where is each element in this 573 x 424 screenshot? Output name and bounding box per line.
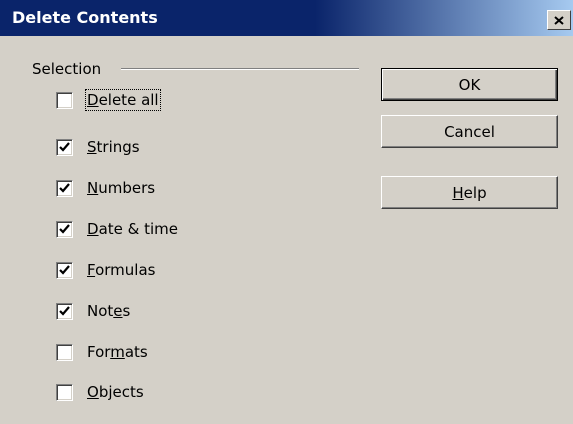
checkbox-label: Delete all — [85, 89, 161, 111]
checkbox-box[interactable] — [56, 383, 73, 401]
title-bar[interactable]: Delete Contents — [0, 0, 573, 36]
checkbox-label: Formats — [87, 343, 148, 361]
window-title: Delete Contents — [12, 8, 158, 27]
delete-contents-dialog: Delete Contents Selection Delete all Str… — [0, 0, 573, 424]
close-icon — [554, 15, 564, 25]
help-button[interactable]: Help — [381, 176, 558, 209]
ok-button[interactable]: OK — [381, 68, 558, 101]
checkbox-box[interactable] — [56, 220, 73, 238]
checkbox-box[interactable] — [56, 343, 73, 361]
numbers-checkbox[interactable]: Numbers — [56, 177, 155, 199]
close-button[interactable] — [547, 10, 571, 30]
notes-checkbox[interactable]: Notes — [56, 300, 130, 322]
checkbox-box[interactable] — [56, 302, 73, 320]
strings-checkbox[interactable]: Strings — [56, 136, 140, 158]
check-mark-icon — [59, 223, 70, 234]
formulas-checkbox[interactable]: Formulas — [56, 259, 155, 281]
checkbox-box[interactable] — [56, 91, 73, 109]
checkbox-label: Objects — [87, 383, 144, 401]
check-mark-icon — [59, 182, 70, 193]
check-mark-icon — [59, 141, 70, 152]
checkbox-box[interactable] — [56, 261, 73, 279]
checkbox-label: Formulas — [87, 261, 156, 279]
group-divider — [121, 68, 359, 70]
checkbox-label: Numbers — [87, 179, 156, 197]
checkbox-label: Date & time — [87, 220, 178, 238]
selection-group-label: Selection — [32, 60, 102, 78]
checkbox-label: Notes — [87, 302, 131, 320]
formats-checkbox[interactable]: Formats — [56, 341, 148, 363]
cancel-button[interactable]: Cancel — [381, 115, 558, 148]
date-time-checkbox[interactable]: Date & time — [56, 218, 178, 240]
check-mark-icon — [59, 305, 70, 316]
check-mark-icon — [59, 264, 70, 275]
objects-checkbox[interactable]: Objects — [56, 381, 144, 403]
delete-all-checkbox[interactable]: Delete all — [56, 89, 161, 111]
checkbox-box[interactable] — [56, 179, 73, 197]
checkbox-label: Strings — [87, 138, 140, 156]
checkbox-box[interactable] — [56, 138, 73, 156]
